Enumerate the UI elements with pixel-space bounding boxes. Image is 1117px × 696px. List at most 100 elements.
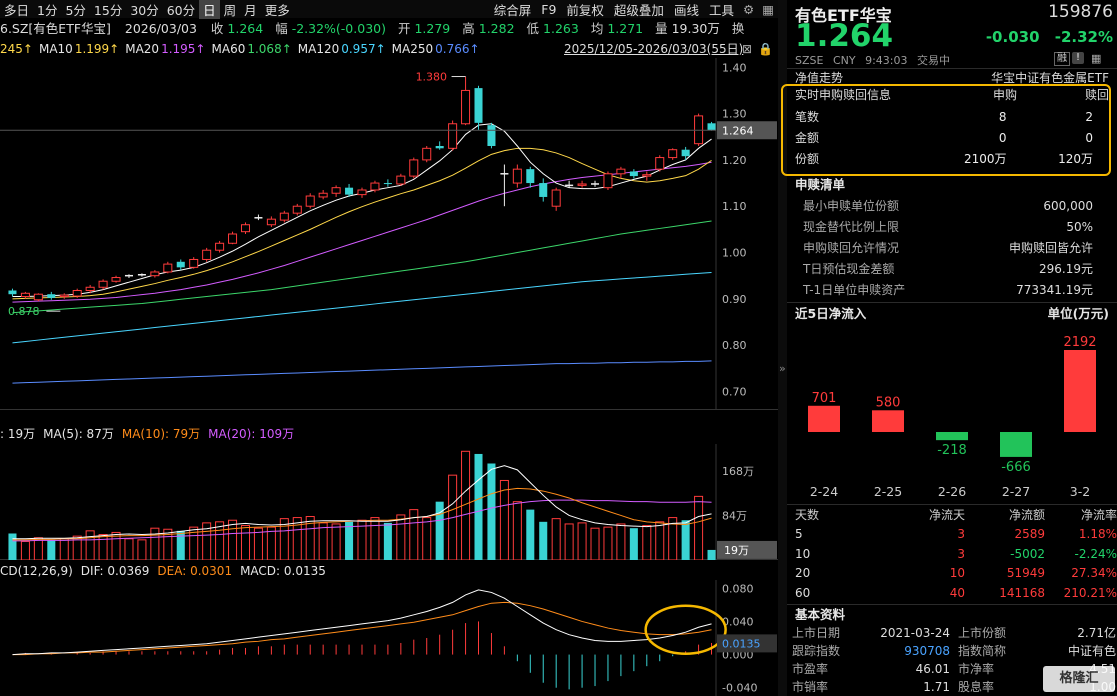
ma120-line	[12, 271, 712, 344]
indicator-legend-item: DIF: 0.0369	[80, 564, 150, 578]
change-pct: -2.32%	[1054, 28, 1113, 46]
flow-amount: 2589	[1014, 527, 1045, 541]
price-tick-label: 1.20	[722, 154, 747, 167]
flow-header: 近5日净流入 单位(万元)	[787, 304, 1117, 323]
candle-body-down	[474, 88, 483, 123]
flow-value-label: -218	[937, 443, 967, 458]
alert-icon[interactable]: !	[1072, 52, 1084, 64]
sub-list-value: 申购赎回皆允许	[1008, 241, 1093, 255]
period-tab-9[interactable]: 更多	[261, 0, 294, 19]
settings-icon[interactable]: ▦	[1091, 52, 1101, 65]
candle-body-up	[370, 182, 380, 191]
volume-bar-up	[331, 523, 341, 560]
sub-list-value: 773341.19元	[1016, 283, 1093, 297]
realtime-rows: 笔数 8 2 金额 0 0 份额 2100万 120万	[787, 107, 1101, 170]
indicator-legend-item: MA(10): 79万	[121, 427, 201, 441]
sub-list-label: 申购赎回允许情况	[803, 241, 900, 255]
date-range[interactable]: 2025/12/05-2026/03/03(55日)	[564, 40, 743, 58]
currency: CNY	[832, 54, 856, 67]
current-price-label: 1.264	[722, 124, 754, 137]
sub-list-value: 50%	[1066, 220, 1093, 234]
lock-icon[interactable]: 🔒	[758, 40, 773, 58]
volume-bar-down	[526, 509, 535, 560]
ma-legend-item: 1.199↑	[74, 42, 120, 56]
stock-code: 159876	[1048, 2, 1113, 22]
ma-row: 245↑ MA10 1.199↑ MA20 1.195↑ MA60 1.068↑ MA120 0…	[0, 40, 778, 58]
close-value: 1.264	[227, 21, 264, 36]
volume-bar-down	[629, 528, 638, 560]
candle-body-up	[292, 205, 302, 214]
ma-legend: 245↑ MA10 1.199↑ MA20 1.195↑ MA60 1.068↑ MA120 0…	[0, 42, 486, 56]
flow-days-count: 3	[957, 546, 965, 561]
period-tab-8[interactable]: 月	[240, 0, 261, 19]
ma-legend-item: 245↑	[0, 42, 33, 56]
candle-body-up	[512, 168, 522, 184]
macd-chart[interactable]: 0.0800.0400.000-0.0400.0135	[0, 580, 778, 696]
basic-label: 市净率	[958, 662, 995, 676]
period-tab-4[interactable]: 30分	[126, 0, 162, 19]
period-tab-7[interactable]: 周	[220, 0, 241, 19]
volume-bar-up	[137, 539, 147, 560]
indicator-legend-item: MACD: 0.0135	[240, 564, 326, 578]
volume-label: 量	[655, 21, 668, 36]
price-tick-label: 1.30	[722, 108, 747, 121]
volume-bar-up	[564, 523, 574, 560]
volume-bar-down	[707, 549, 716, 560]
volume-bar-down	[681, 520, 690, 560]
volume-bar-up	[577, 522, 587, 560]
close-range-icon[interactable]: ⊠	[742, 40, 752, 58]
basic-title: 基本资料	[787, 605, 1117, 624]
toolbar-item-1[interactable]: F9	[536, 2, 561, 17]
price-change: -0.030 -2.32%	[986, 28, 1113, 46]
kline-panel[interactable]: 多日 1分 5分 15分 30分 60分日周月更多 综合屏 F9 前复权 超级叠加 画线 工具 ⚙ ▦ 6…	[0, 0, 778, 696]
candle-body-up	[111, 277, 121, 282]
toolbar-item-4[interactable]: 画线	[669, 0, 704, 19]
toolbar-item-5[interactable]: 工具	[704, 0, 739, 19]
margin-badge[interactable]: 融	[1054, 52, 1070, 66]
flow-date-label: 3-2	[1070, 484, 1090, 499]
sub-list-title: 申赎清单	[787, 175, 1117, 194]
volume-bar-up	[59, 538, 69, 560]
flow-days: 60	[795, 585, 811, 600]
high-label: 高	[462, 21, 475, 36]
toolbar-item-2[interactable]: 前复权	[561, 0, 609, 19]
period-tab-2[interactable]: 5分	[61, 0, 89, 19]
candle-body-down	[435, 146, 444, 149]
flow-bar	[872, 410, 904, 432]
grid-icon[interactable]: ▦	[758, 2, 778, 17]
candle-body-up	[202, 249, 212, 260]
basic-label: 上市份额	[958, 626, 1007, 640]
flow-amount: -5002	[1010, 546, 1045, 561]
expand-arrow-icon[interactable]: »	[779, 362, 786, 375]
basic-label: 指数简称	[958, 644, 1007, 658]
sub-list-row: 申购赎回允许情况 申购赎回皆允许	[787, 238, 1101, 259]
flow-rate: 1.18%	[1078, 527, 1117, 541]
period-tab-1[interactable]: 1分	[33, 0, 61, 19]
period-tab-6[interactable]: 日	[199, 0, 220, 19]
candle-body-up	[409, 159, 419, 177]
ma60-line	[12, 220, 712, 314]
candle-body-up	[577, 183, 587, 186]
period-tab-5[interactable]: 60分	[163, 0, 199, 19]
period-tab-0[interactable]: 多日	[0, 0, 33, 19]
volume-bar-up	[98, 534, 108, 560]
flow-date-label: 2-27	[1002, 484, 1030, 499]
candle-body-up	[163, 263, 173, 273]
volume-value: 19.30万	[671, 21, 720, 36]
flow-value-label: 580	[876, 395, 901, 410]
price-chart[interactable]: 1.40 1.30 1.20 1.10 1.00 0.90 0.80 0.70 1.380 0.8…	[0, 58, 778, 410]
sub-list-value: 296.19元	[1039, 262, 1093, 276]
volume-chart[interactable]: 168万 84万 19万	[0, 444, 778, 560]
ma250-line	[12, 360, 712, 384]
basic-value[interactable]: 930708	[868, 642, 950, 660]
price-tick-label: 1.10	[722, 200, 747, 213]
gear-icon[interactable]: ⚙	[739, 2, 758, 17]
period-tab-3[interactable]: 15分	[90, 0, 126, 19]
flow-value-label: 701	[812, 391, 837, 406]
candle-body-down	[383, 183, 392, 185]
sub-list-value: 600,000	[1043, 199, 1093, 213]
toolbar-item-3[interactable]: 超级叠加	[609, 0, 669, 19]
indicator-legend-item: MA(5): 87万	[43, 427, 114, 441]
toolbar-item-0[interactable]: 综合屏	[489, 0, 537, 19]
ma-legend-item: MA120	[297, 42, 340, 56]
